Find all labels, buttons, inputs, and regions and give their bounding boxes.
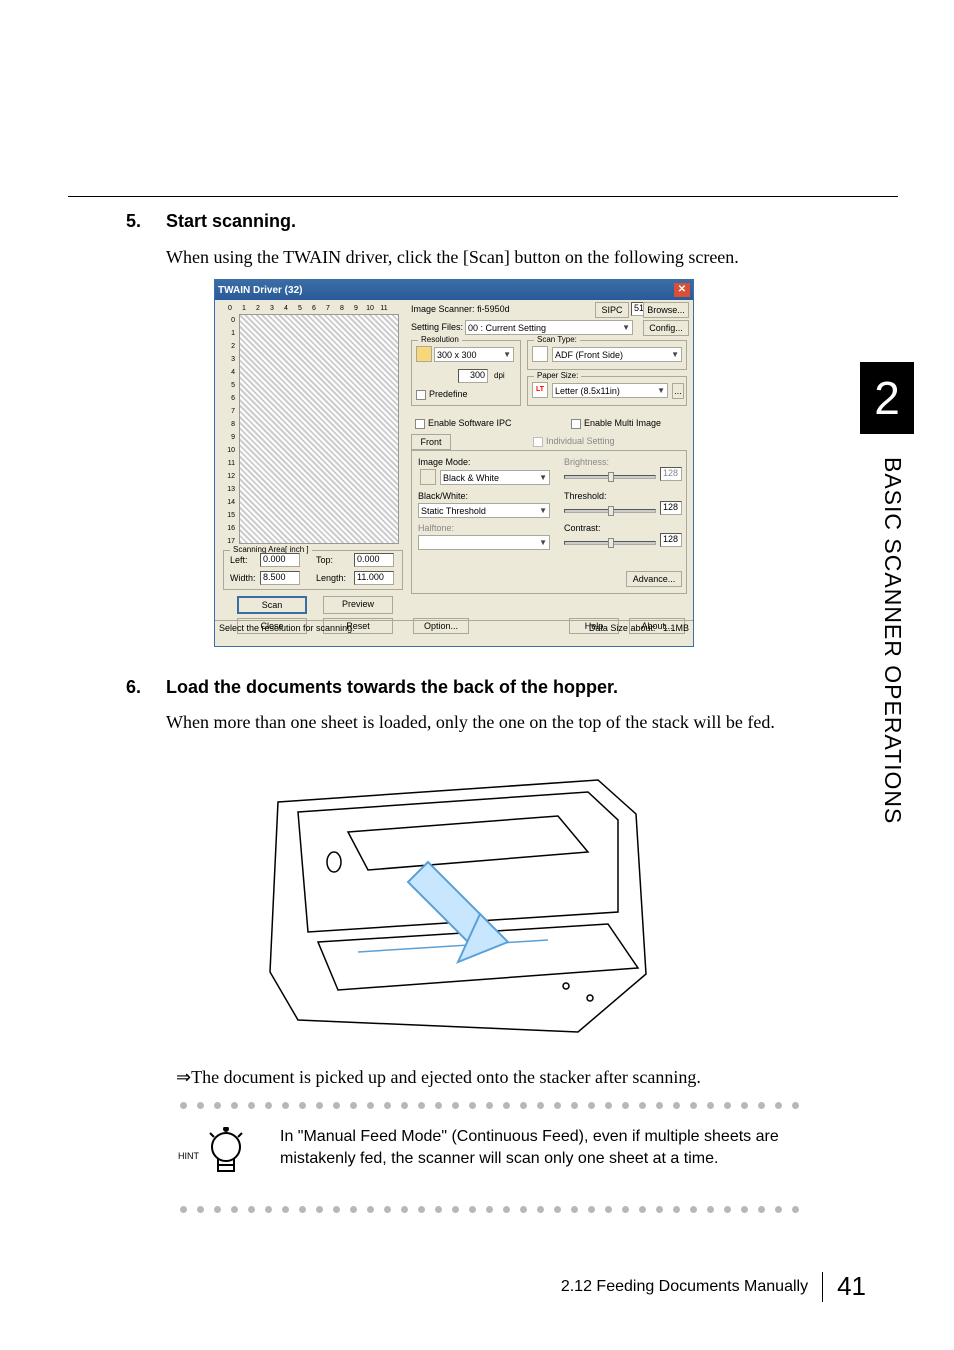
dialog-titlebar: TWAIN Driver (32) ✕: [215, 280, 693, 300]
papersize-more-button[interactable]: ...: [672, 383, 684, 399]
settingfiles-select[interactable]: 00 : Current Setting▼: [465, 320, 633, 335]
length-label: Length:: [316, 573, 346, 583]
contrast-label: Contrast:: [564, 523, 601, 533]
status-bar: Select the resolution for scanning. Data…: [215, 620, 693, 634]
page-number: 41: [837, 1271, 866, 1302]
close-icon[interactable]: ✕: [674, 283, 690, 297]
threshold-value[interactable]: 128: [660, 501, 682, 515]
imagemode-icon: [420, 469, 436, 485]
config-button[interactable]: Config...: [643, 320, 689, 336]
scanner-illustration: [238, 742, 658, 1050]
dpi-input[interactable]: 300: [458, 369, 488, 383]
top-label: Top:: [316, 555, 333, 565]
advance-button[interactable]: Advance...: [626, 571, 682, 587]
scantype-icon: [532, 346, 548, 362]
page-footer: 2.12 Feeding Documents Manually 41: [561, 1271, 866, 1302]
contrast-value[interactable]: 128: [660, 533, 682, 547]
dpi-unit: dpi: [494, 371, 505, 380]
sipc-badge: SIPC: [595, 302, 629, 318]
brightness-slider: [564, 475, 656, 479]
step6-title: Load the documents towards the back of t…: [166, 677, 618, 698]
width-label: Width:: [230, 573, 256, 583]
chapter-number: 2: [874, 371, 900, 425]
lightbulb-icon: [200, 1127, 252, 1187]
step5-title: Start scanning.: [166, 211, 296, 232]
hint-dots-bottom: [180, 1206, 799, 1218]
chapter-tab: 2: [860, 362, 914, 434]
status-text: Select the resolution for scanning.: [219, 623, 355, 633]
individual-checkbox: [533, 437, 543, 447]
halftone-select: ▼: [418, 535, 550, 550]
step6-result: ⇒The document is picked up and ejected o…: [176, 1067, 816, 1088]
papersize-select[interactable]: Letter (8.5x11in)▼: [552, 383, 668, 398]
twain-dialog: TWAIN Driver (32) ✕ 01234567891011 01234…: [214, 279, 694, 647]
resolution-icon: [416, 346, 432, 362]
datasize-label: Data Size about:: [589, 623, 656, 633]
contrast-slider[interactable]: [564, 541, 656, 545]
footer-section: 2.12 Feeding Documents Manually: [561, 1278, 808, 1296]
datasize-value: 1.1MB: [663, 623, 689, 633]
scantype-select[interactable]: ADF (Front Side)▼: [552, 347, 682, 362]
ruler-vertical: 01234567891011121314151617: [223, 314, 237, 548]
scan-button[interactable]: Scan: [237, 596, 307, 614]
enable-ipc-checkbox[interactable]: [415, 419, 425, 429]
top-input[interactable]: 0.000: [354, 553, 394, 567]
hint-dots-top: [180, 1102, 799, 1114]
brightness-value: 128: [660, 467, 682, 481]
resolution-select[interactable]: 300 x 300▼: [434, 347, 514, 362]
scantype-label: Scan Type:: [534, 335, 580, 344]
hint-text: In "Manual Feed Mode" (Continuous Feed),…: [280, 1126, 790, 1170]
dialog-title: TWAIN Driver (32): [218, 285, 302, 296]
left-input[interactable]: 0.000: [260, 553, 300, 567]
imagemode-select[interactable]: Black & White▼: [440, 470, 550, 485]
preview-button[interactable]: Preview: [323, 596, 393, 614]
step6-body: When more than one sheet is loaded, only…: [166, 712, 806, 733]
left-label: Left:: [230, 555, 248, 565]
length-input[interactable]: 11.000: [354, 571, 394, 585]
halftone-label: Halftone:: [418, 523, 454, 533]
enable-multi-checkbox[interactable]: [571, 419, 581, 429]
threshold-label: Threshold:: [564, 491, 607, 501]
bw-label: Black/White:: [418, 491, 468, 501]
imagemode-label: Image Mode:: [418, 457, 471, 467]
top-rule: [68, 196, 898, 197]
scanner-label: Image Scanner: fi-5950d: [411, 304, 510, 314]
threshold-slider[interactable]: [564, 509, 656, 513]
step5-number: 5.: [126, 211, 141, 232]
width-input[interactable]: 8.500: [260, 571, 300, 585]
predefine-label: Predefine: [429, 389, 468, 399]
step5-body: When using the TWAIN driver, click the […: [166, 247, 806, 268]
preview-area[interactable]: [239, 314, 399, 544]
hint-label: HINT: [178, 1151, 199, 1161]
browse-button[interactable]: Browse...: [643, 302, 689, 318]
predefine-checkbox[interactable]: [416, 390, 426, 400]
papersize-label: Paper Size:: [534, 371, 581, 380]
step6-number: 6.: [126, 677, 141, 698]
enable-multi-label: Enable Multi Image: [584, 418, 661, 428]
resolution-label: Resolution: [418, 335, 462, 344]
papersize-icon: LT: [532, 382, 548, 398]
ruler-horizontal: 01234567891011: [223, 302, 403, 312]
bw-select[interactable]: Static Threshold▼: [418, 503, 550, 518]
brightness-label: Brightness:: [564, 457, 609, 467]
enable-ipc-label: Enable Software IPC: [428, 418, 512, 428]
front-tab[interactable]: Front: [411, 434, 451, 450]
settingfiles-label: Setting Files:: [411, 322, 463, 332]
individual-label: Individual Setting: [546, 436, 615, 446]
side-title: BASIC SCANNER OPERATIONS: [879, 457, 906, 824]
